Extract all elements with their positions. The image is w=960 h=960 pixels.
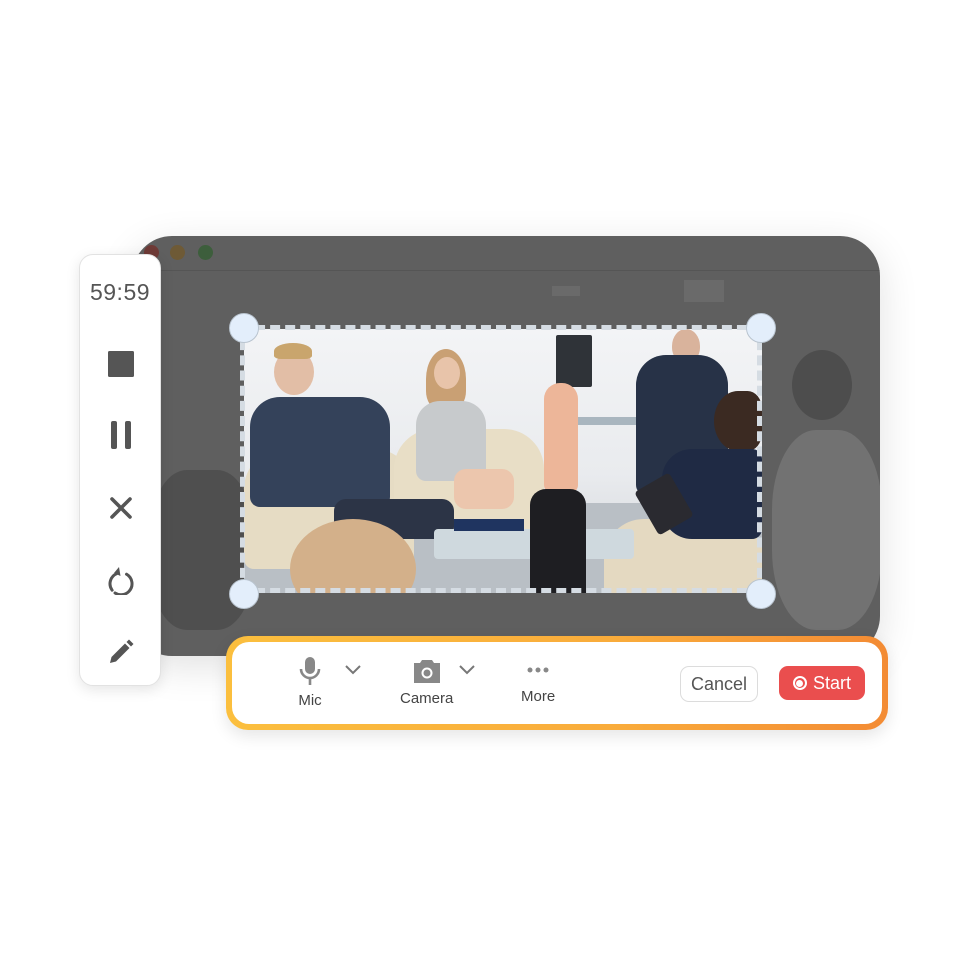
more-dots-icon bbox=[527, 667, 549, 673]
woman-legs bbox=[454, 469, 514, 509]
cancel-recording-button[interactable] bbox=[104, 491, 138, 525]
capture-region-photo bbox=[244, 329, 762, 593]
start-label: Start bbox=[812, 672, 851, 693]
man-left-hair bbox=[274, 343, 312, 359]
mic-button[interactable]: Mic bbox=[298, 656, 322, 709]
resize-handle-top-left[interactable] bbox=[229, 313, 259, 343]
camera-label: Camera bbox=[400, 690, 454, 707]
pause-icon bbox=[111, 421, 131, 449]
annotate-button[interactable] bbox=[104, 635, 138, 669]
chevron-down-icon bbox=[345, 665, 361, 675]
raised-arm-sleeve bbox=[530, 489, 586, 593]
pause-button[interactable] bbox=[104, 418, 138, 452]
close-icon bbox=[110, 497, 132, 519]
recording-timer: 59:59 bbox=[89, 279, 151, 305]
microphone-icon bbox=[299, 657, 321, 685]
record-icon bbox=[792, 676, 807, 690]
mic-options-dropdown[interactable] bbox=[344, 663, 362, 681]
blurred-person-head bbox=[792, 350, 852, 420]
cancel-label: Cancel bbox=[690, 673, 748, 694]
resize-handle-bottom-left[interactable] bbox=[229, 579, 259, 609]
blue-folder bbox=[454, 519, 524, 531]
resize-handle-top-right[interactable] bbox=[746, 313, 776, 343]
blurred-object bbox=[684, 280, 724, 302]
cancel-button[interactable]: Cancel bbox=[680, 666, 758, 702]
woman-right-hair bbox=[714, 391, 762, 451]
blurred-person-body bbox=[772, 430, 880, 630]
chevron-down-icon bbox=[459, 665, 475, 675]
more-button[interactable]: More bbox=[521, 658, 555, 705]
camera-options-dropdown[interactable] bbox=[458, 663, 476, 681]
window-titlebar bbox=[132, 236, 880, 271]
camera-button[interactable]: Camera bbox=[400, 658, 453, 707]
recording-control-bar: Mic Camera More Cancel Start bbox=[226, 636, 888, 730]
window-minimize-button[interactable] bbox=[170, 245, 185, 260]
camera-icon bbox=[413, 660, 440, 683]
stop-icon bbox=[108, 351, 134, 377]
more-label: More bbox=[521, 688, 556, 705]
start-recording-button[interactable]: Start bbox=[779, 666, 865, 700]
resize-handle-bottom-right[interactable] bbox=[746, 579, 776, 609]
blurred-object bbox=[552, 286, 580, 296]
pencil-icon bbox=[110, 639, 134, 663]
monitor bbox=[556, 335, 592, 387]
raised-hand bbox=[544, 383, 578, 493]
restart-icon bbox=[108, 567, 134, 595]
control-bar-body: Mic Camera More Cancel Start bbox=[232, 642, 882, 724]
man-left-body bbox=[250, 397, 390, 507]
restart-button[interactable] bbox=[104, 563, 138, 597]
mic-label: Mic bbox=[298, 692, 322, 709]
recording-sidebar: 59:59 bbox=[79, 254, 161, 686]
stop-button[interactable] bbox=[104, 347, 138, 381]
window-maximize-button[interactable] bbox=[198, 245, 213, 260]
woman-head bbox=[434, 357, 460, 389]
